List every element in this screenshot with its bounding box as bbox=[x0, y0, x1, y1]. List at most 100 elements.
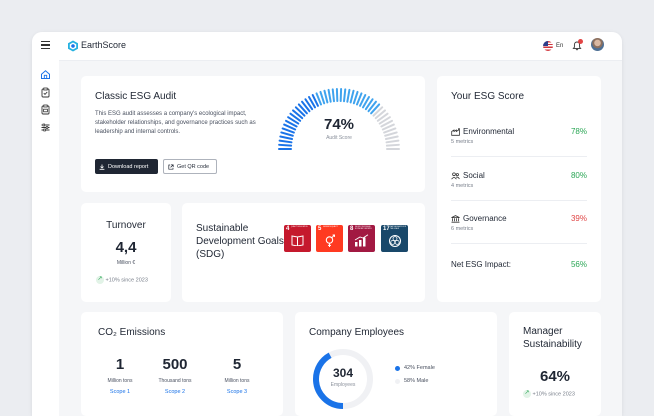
sdg-title: Sustainable Development Goals (SDG) bbox=[196, 223, 284, 260]
clipboard-icon[interactable] bbox=[40, 104, 51, 115]
growth-chart-icon bbox=[354, 234, 369, 247]
scope-3-metric: 5 Million tons Scope 3 bbox=[212, 356, 262, 395]
sdg-goal-8: 8 DECENT WORK AND ECONOMIC GROWTH bbox=[348, 225, 375, 252]
divider bbox=[451, 243, 587, 244]
divider bbox=[451, 156, 587, 157]
scope-2-link[interactable]: Scope 2 bbox=[150, 389, 200, 395]
scope-1-link[interactable]: Scope 1 bbox=[95, 389, 145, 395]
scope-2-metric: 500 Thousand tons Scope 2 bbox=[150, 356, 200, 395]
employees-count-label: Employees bbox=[330, 382, 356, 388]
social-label: Social bbox=[463, 171, 485, 180]
bank-icon bbox=[451, 214, 460, 223]
sdg-card: Sustainable Development Goals (SDG) bbox=[182, 203, 425, 302]
score-row-environmental: Environmental 5 metrics 78% bbox=[451, 127, 587, 145]
home-icon[interactable] bbox=[40, 69, 51, 80]
audit-score-label: Audit Score bbox=[326, 135, 352, 141]
people-icon bbox=[451, 171, 460, 179]
net-esg-impact-row: Net ESG Impact: 56% bbox=[451, 260, 587, 269]
download-icon bbox=[99, 164, 105, 170]
gauge-tick bbox=[385, 143, 400, 147]
factory-icon bbox=[451, 127, 460, 136]
audit-description: This ESG audit assesses a company's ecol… bbox=[95, 111, 256, 135]
trend-up-icon bbox=[523, 389, 531, 398]
notification-badge bbox=[578, 39, 583, 44]
score-row-social: Social 4 metrics 80% bbox=[451, 171, 587, 189]
turnover-title: Turnover bbox=[106, 220, 146, 231]
turnover-value: 4,4 bbox=[115, 239, 137, 256]
logo-icon bbox=[68, 40, 78, 52]
download-report-button[interactable]: Download report bbox=[95, 159, 158, 174]
sdg-goal-4: 4 QUALITY EDUCATION bbox=[284, 225, 311, 252]
sliders-icon[interactable] bbox=[40, 122, 51, 133]
scope-1-unit: Million tons bbox=[107, 378, 133, 384]
audit-score-value: 74% bbox=[323, 116, 355, 133]
legend-male-swatch bbox=[395, 378, 400, 384]
manager-title: Manager Sustainability bbox=[523, 326, 582, 350]
net-esg-impact-label: Net ESG Impact: bbox=[451, 260, 512, 269]
top-bar: EarthScore En bbox=[32, 32, 622, 61]
clipboard-check-icon[interactable] bbox=[40, 87, 51, 98]
sdg-goal-17: 17 PARTNERSHIPS FOR THE GOALS bbox=[381, 225, 408, 252]
net-esg-impact-value: 56% bbox=[570, 260, 587, 269]
manager-trend: +10% since 2023 bbox=[523, 389, 575, 398]
get-qr-code-button[interactable]: Get QR code bbox=[163, 159, 217, 174]
employees-count: 304 bbox=[332, 366, 354, 380]
co2-emissions-card: CO₂ Emissions 1 Million tons Scope 1 500… bbox=[81, 312, 283, 416]
gauge-tick bbox=[319, 90, 326, 105]
gauge-tick bbox=[349, 89, 355, 104]
us-flag-icon bbox=[543, 41, 553, 51]
scope-2-value: 500 bbox=[162, 356, 188, 373]
legend-male-label: 58% Male bbox=[404, 378, 429, 384]
gauge-tick bbox=[346, 88, 351, 103]
sidebar bbox=[32, 60, 59, 416]
employees-title: Company Employees bbox=[309, 327, 405, 338]
sdg-goal-5: 5 GENDER EQUALITY bbox=[316, 225, 343, 252]
esg-audit-card: Classic ESG Audit This ESG audit assesse… bbox=[81, 76, 425, 192]
user-avatar[interactable] bbox=[591, 38, 604, 51]
governance-label: Governance bbox=[463, 214, 507, 223]
menu-icon[interactable] bbox=[41, 41, 50, 50]
governance-value: 39% bbox=[570, 214, 587, 223]
turnover-trend: +10% since 2023 bbox=[96, 275, 148, 284]
turnover-card: Turnover 4,4 Million € +10% since 2023 bbox=[81, 203, 171, 302]
audit-title: Classic ESG Audit bbox=[95, 91, 177, 102]
legend-female-swatch bbox=[395, 365, 400, 371]
environmental-metrics: 5 metrics bbox=[451, 139, 474, 145]
gender-equality-icon bbox=[325, 234, 335, 247]
gauge-tick bbox=[343, 88, 347, 103]
gauge-tick bbox=[331, 88, 335, 103]
external-link-icon bbox=[168, 163, 174, 170]
app-window: EarthScore En Classic ESG Audit This ESG… bbox=[32, 32, 622, 416]
esg-score-card: Your ESG Score Environmental 5 metrics 7… bbox=[437, 76, 601, 302]
app-name: EarthScore bbox=[81, 40, 127, 50]
language-selector[interactable]: En bbox=[543, 41, 563, 51]
manager-sustainability-card: Manager Sustainability 64% +10% since 20… bbox=[509, 312, 601, 416]
co2-title: CO₂ Emissions bbox=[98, 327, 166, 338]
esg-score-title: Your ESG Score bbox=[451, 91, 525, 102]
scope-2-unit: Thousand tons bbox=[158, 378, 192, 384]
scope-3-link[interactable]: Scope 3 bbox=[212, 389, 262, 395]
trend-up-icon bbox=[96, 275, 104, 284]
scope-3-unit: Million tons bbox=[224, 378, 250, 384]
gauge-tick bbox=[278, 143, 293, 147]
scope-1-metric: 1 Million tons Scope 1 bbox=[95, 356, 145, 395]
scope-3-value: 5 bbox=[232, 356, 242, 373]
score-row-governance: Governance 6 metrics 39% bbox=[451, 214, 587, 232]
legend-female-label: 42% Female bbox=[404, 365, 435, 371]
scope-1-value: 1 bbox=[115, 356, 125, 373]
company-employees-card: Company Employees 304 Employees 42% Fema… bbox=[295, 312, 497, 416]
divider bbox=[451, 200, 587, 201]
social-metrics: 4 metrics bbox=[451, 183, 474, 189]
qr-code-label: Get QR code bbox=[177, 163, 210, 170]
partnership-icon bbox=[389, 235, 401, 247]
social-value: 80% bbox=[570, 171, 587, 180]
environmental-label: Environmental bbox=[463, 127, 515, 136]
manager-value: 64% bbox=[539, 368, 571, 385]
gauge-tick bbox=[323, 89, 329, 104]
language-label: En bbox=[556, 43, 564, 49]
legend-male: 58% Male bbox=[395, 378, 428, 384]
gauge-tick bbox=[352, 90, 359, 105]
gauge-tick bbox=[327, 88, 332, 103]
turnover-unit: Million € bbox=[116, 260, 136, 266]
legend-female: 42% Female bbox=[395, 365, 435, 371]
